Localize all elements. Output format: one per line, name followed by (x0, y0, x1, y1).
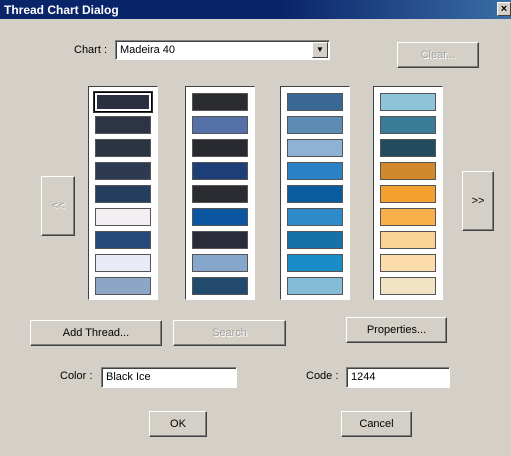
properties-button[interactable]: Properties... (346, 317, 447, 343)
thread-swatch[interactable] (380, 254, 436, 272)
thread-swatch[interactable] (380, 231, 436, 249)
thread-swatch[interactable] (95, 231, 151, 249)
thread-column-1 (88, 86, 158, 300)
thread-swatch[interactable] (93, 91, 153, 113)
thread-swatch[interactable] (380, 93, 436, 111)
thread-swatch[interactable] (380, 162, 436, 180)
chevron-down-icon[interactable]: ▼ (312, 42, 328, 58)
code-label: Code : (306, 370, 339, 382)
search-button[interactable]: Search (173, 320, 286, 346)
thread-swatch[interactable] (287, 139, 343, 157)
close-button[interactable]: × (497, 2, 511, 16)
color-field-value: Black Ice (106, 371, 151, 383)
color-label: Color : (60, 370, 93, 382)
thread-column-2 (185, 86, 255, 300)
chart-label: Chart : (74, 44, 108, 56)
thread-column-4 (373, 86, 443, 300)
double-chevron-right-icon: >> (471, 195, 485, 207)
thread-swatch[interactable] (192, 208, 248, 226)
double-chevron-left-icon: << (51, 200, 65, 212)
thread-swatch[interactable] (192, 277, 248, 295)
thread-swatch[interactable] (192, 116, 248, 134)
thread-swatch[interactable] (287, 162, 343, 180)
clear-button[interactable]: Clear... (397, 42, 479, 68)
thread-swatch[interactable] (95, 162, 151, 180)
thread-swatch[interactable] (380, 139, 436, 157)
thread-swatch[interactable] (287, 254, 343, 272)
window-title: Thread Chart Dialog (4, 3, 119, 17)
thread-swatch[interactable] (287, 277, 343, 295)
thread-swatch[interactable] (192, 162, 248, 180)
thread-swatch[interactable] (95, 277, 151, 295)
ok-button[interactable]: OK (149, 411, 207, 437)
thread-swatch[interactable] (192, 139, 248, 157)
cancel-button[interactable]: Cancel (341, 411, 412, 437)
thread-swatch[interactable] (95, 139, 151, 157)
thread-swatch[interactable] (380, 208, 436, 226)
add-thread-button[interactable]: Add Thread... (30, 320, 162, 346)
thread-swatch[interactable] (95, 254, 151, 272)
thread-swatch[interactable] (192, 185, 248, 203)
close-icon: × (500, 3, 508, 15)
thread-swatch[interactable] (380, 116, 436, 134)
thread-swatch[interactable] (287, 93, 343, 111)
thread-swatch[interactable] (192, 231, 248, 249)
chart-dropdown-value: Madeira 40 (120, 44, 176, 56)
color-field[interactable]: Black Ice (101, 367, 237, 388)
thread-swatch[interactable] (287, 231, 343, 249)
chart-dropdown[interactable]: Madeira 40 ▼ (115, 40, 330, 60)
title-bar: Thread Chart Dialog × (0, 0, 511, 19)
prev-page-button[interactable]: << (41, 176, 75, 236)
code-field-value: 1244 (351, 371, 376, 383)
thread-swatch[interactable] (95, 116, 151, 134)
thread-swatch[interactable] (192, 254, 248, 272)
thread-swatch[interactable] (287, 116, 343, 134)
next-page-button[interactable]: >> (462, 171, 494, 231)
code-field[interactable]: 1244 (346, 367, 450, 388)
thread-swatch[interactable] (95, 208, 151, 226)
thread-swatch[interactable] (192, 93, 248, 111)
thread-swatch[interactable] (95, 185, 151, 203)
thread-column-3 (280, 86, 350, 300)
thread-swatch[interactable] (380, 277, 436, 295)
thread-swatch[interactable] (380, 185, 436, 203)
thread-swatch[interactable] (287, 185, 343, 203)
thread-swatch[interactable] (287, 208, 343, 226)
